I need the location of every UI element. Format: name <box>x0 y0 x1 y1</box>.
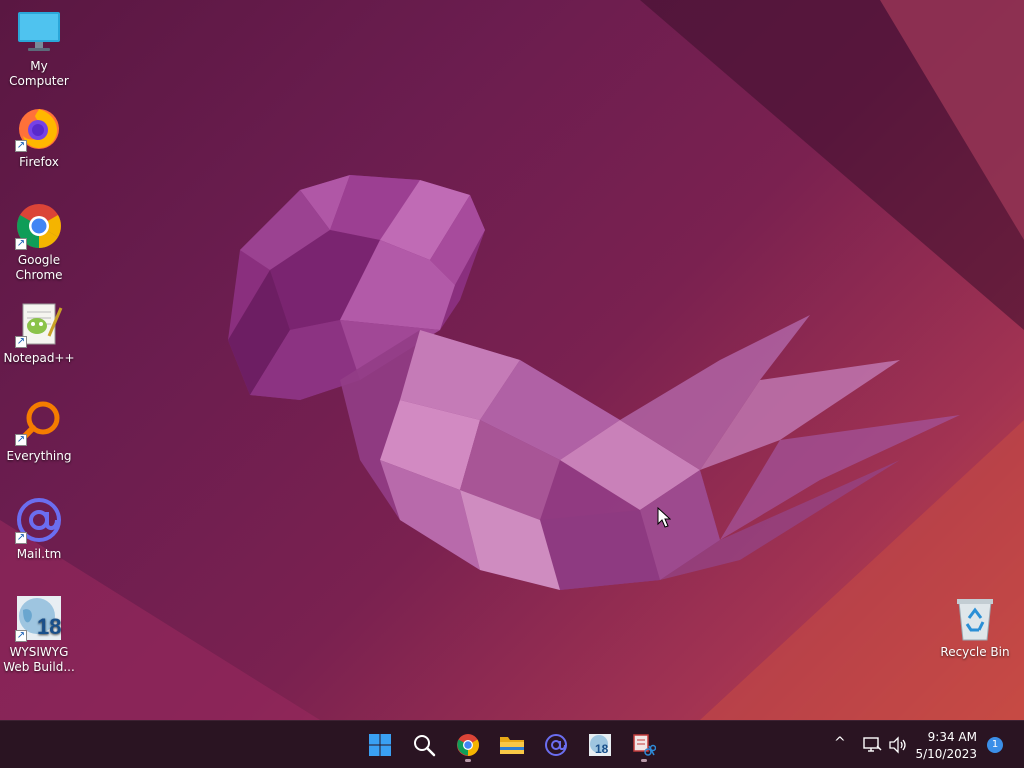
chrome-icon <box>457 734 479 756</box>
desktop-icon-label: Everything <box>6 449 72 463</box>
desktop-icon-firefox[interactable]: ↗ Firefox <box>0 104 78 170</box>
taskbar: 18 ^ 9:34 AM 5/10/2023 1 <box>0 720 1024 768</box>
scissors-icon <box>633 734 656 756</box>
desktop-icon-everything[interactable]: ↗ Everything <box>0 398 78 464</box>
taskbar-mail-tm-button[interactable] <box>538 727 574 763</box>
desktop-icon-label: Firefox <box>19 155 59 169</box>
shortcut-arrow-icon: ↗ <box>15 532 27 544</box>
notification-count-badge[interactable]: 1 <box>987 737 1003 753</box>
mouse-cursor <box>657 507 671 528</box>
shortcut-arrow-icon: ↗ <box>15 238 27 250</box>
notepadpp-icon: ↗ <box>15 300 63 348</box>
taskbar-file-explorer-button[interactable] <box>494 727 530 763</box>
taskbar-snipping-tool-button[interactable] <box>626 727 662 763</box>
search-icon <box>414 735 436 757</box>
desktop-icon-label: Notepad++ <box>3 351 75 365</box>
desktop[interactable]: My Computer ↗ Firefox ↗ Google Chrome ↗ … <box>0 0 1024 720</box>
wysiwyg-badge-text: 18 <box>37 614 61 639</box>
wysiwyg-globe-icon: 18 ↗ <box>15 594 63 642</box>
desktop-icon-mail-tm[interactable]: ↗ Mail.tm <box>0 496 78 562</box>
tray-overflow-chevron[interactable]: ^ <box>834 735 846 751</box>
desktop-icon-my-computer[interactable]: My Computer <box>0 8 78 89</box>
monitor-icon <box>15 8 63 56</box>
desktop-icon-label: My Computer <box>9 59 69 88</box>
everything-search-icon: ↗ <box>15 398 63 446</box>
desktop-icon-google-chrome[interactable]: ↗ Google Chrome <box>0 202 78 283</box>
running-indicator <box>641 759 647 762</box>
network-icon[interactable] <box>862 735 882 755</box>
at-sign-icon <box>545 734 567 756</box>
taskbar-chrome-button[interactable] <box>450 727 486 763</box>
windows-start-icon <box>369 734 391 756</box>
desktop-icon-recycle-bin[interactable]: Recycle Bin <box>936 594 1014 660</box>
taskbar-wysiwyg-button[interactable]: 18 <box>582 727 618 763</box>
taskbar-start-button[interactable] <box>362 727 398 763</box>
desktop-icon-label: Google Chrome <box>15 253 63 282</box>
desktop-icon-label: Mail.tm <box>16 547 62 561</box>
wysiwyg-badge-text: 18 <box>595 742 609 756</box>
recycle-bin-icon <box>951 594 999 642</box>
shortcut-arrow-icon: ↗ <box>15 630 27 642</box>
tray-clock-date[interactable]: 5/10/2023 <box>897 747 977 761</box>
at-sign-icon: ↗ <box>15 496 63 544</box>
wallpaper-jellyfish <box>0 0 1024 720</box>
shortcut-arrow-icon: ↗ <box>15 336 27 348</box>
desktop-icon-label: WYSIWYG Web Build... <box>3 645 75 674</box>
wysiwyg-globe-icon: 18 <box>589 734 611 756</box>
taskbar-search-button[interactable] <box>406 727 442 763</box>
tray-clock-time[interactable]: 9:34 AM <box>897 730 977 744</box>
running-indicator <box>465 759 471 762</box>
folder-icon <box>500 737 524 754</box>
desktop-icon-notepad-plus-plus[interactable]: ↗ Notepad++ <box>0 300 78 366</box>
shortcut-arrow-icon: ↗ <box>15 140 27 152</box>
chrome-icon: ↗ <box>15 202 63 250</box>
firefox-icon: ↗ <box>15 104 63 152</box>
desktop-icon-wysiwyg-web-builder[interactable]: 18 ↗ WYSIWYG Web Build... <box>0 594 78 675</box>
desktop-icon-label: Recycle Bin <box>940 645 1010 659</box>
shortcut-arrow-icon: ↗ <box>15 434 27 446</box>
